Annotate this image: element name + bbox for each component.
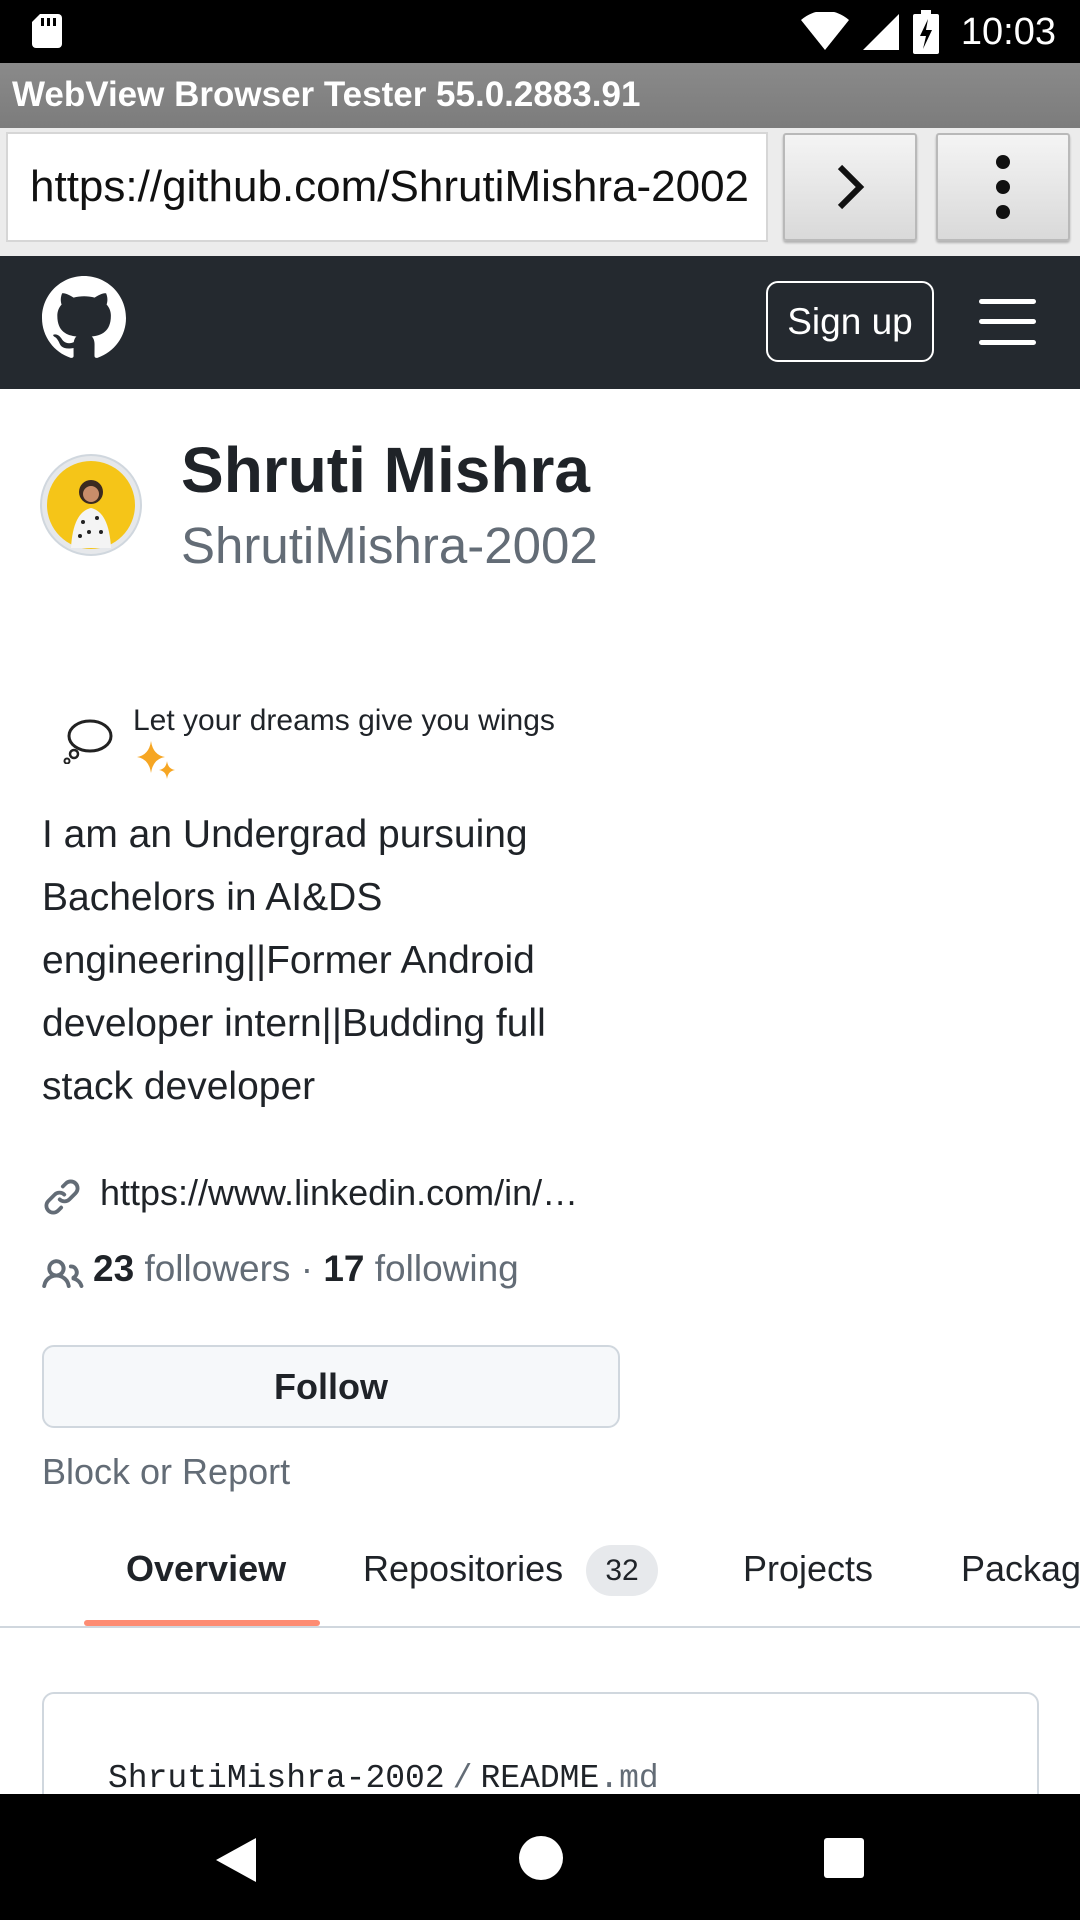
- readme-owner[interactable]: ShrutiMishra-2002: [108, 1760, 445, 1797]
- following-count[interactable]: 17: [323, 1248, 364, 1289]
- repositories-count-badge: 32: [586, 1545, 658, 1596]
- follow-button[interactable]: Follow: [42, 1345, 620, 1428]
- back-icon[interactable]: [214, 1836, 258, 1884]
- user-status-text: Let your dreams give you wings: [133, 704, 555, 737]
- follow-separator: ·: [300, 1248, 314, 1289]
- link-icon: [44, 1179, 80, 1215]
- app-title: WebView Browser Tester 55.0.2883.91: [12, 75, 641, 114]
- followers-link[interactable]: followers: [144, 1248, 290, 1289]
- overflow-menu-button[interactable]: [936, 133, 1070, 241]
- sd-card-icon: [32, 14, 62, 48]
- status-time: 10:03: [960, 10, 1056, 53]
- thought-balloon-icon: [63, 719, 113, 764]
- profile-username: ShrutiMishra-2002: [181, 517, 598, 574]
- sign-up-button[interactable]: Sign up: [766, 281, 934, 362]
- tabs-divider: [0, 1626, 1080, 1628]
- block-or-report-link[interactable]: Block or Report: [42, 1451, 290, 1493]
- go-button[interactable]: [783, 133, 917, 241]
- profile-bio: I am an Undergrad pursuing Bachelors in …: [42, 813, 546, 1108]
- readme-file-extension: .md: [599, 1760, 659, 1797]
- chevron-right-icon: [837, 164, 865, 210]
- followers-following: 23 followers · 17 following: [93, 1248, 519, 1290]
- sparkles-icon: [137, 741, 175, 779]
- readme-path: ShrutiMishra-2002/README.md: [108, 1760, 659, 1797]
- battery-charging-icon: [912, 10, 939, 54]
- more-vertical-icon: [996, 155, 1010, 219]
- avatar-image: [47, 461, 135, 549]
- tab-overview[interactable]: Overview: [126, 1548, 286, 1590]
- tab-projects[interactable]: Projects: [743, 1548, 873, 1590]
- avatar[interactable]: [40, 454, 142, 556]
- url-toolbar: https://github.com/ShrutiMishra-2002: [0, 128, 1080, 256]
- android-status-bar: 10:03: [0, 0, 1080, 63]
- url-input[interactable]: https://github.com/ShrutiMishra-2002: [6, 132, 768, 242]
- following-link[interactable]: following: [375, 1248, 519, 1289]
- home-icon[interactable]: [519, 1836, 563, 1880]
- readme-file[interactable]: README: [480, 1760, 599, 1797]
- tab-packages[interactable]: Packag: [961, 1548, 1080, 1590]
- tab-repositories[interactable]: Repositories: [363, 1548, 563, 1590]
- signal-icon: [862, 14, 899, 50]
- followers-count[interactable]: 23: [93, 1248, 134, 1289]
- github-octocat-icon[interactable]: [42, 276, 126, 360]
- profile-website-link[interactable]: https://www.linkedin.com/in/…: [100, 1172, 578, 1214]
- readme-path-separator: /: [452, 1760, 473, 1797]
- profile-name: Shruti Mishra: [181, 434, 590, 506]
- recent-apps-icon[interactable]: [824, 1838, 864, 1878]
- app-title-bar: WebView Browser Tester 55.0.2883.91: [0, 63, 1080, 128]
- hamburger-menu-icon[interactable]: [979, 299, 1036, 345]
- people-icon: [42, 1259, 84, 1288]
- wifi-icon: [800, 12, 849, 50]
